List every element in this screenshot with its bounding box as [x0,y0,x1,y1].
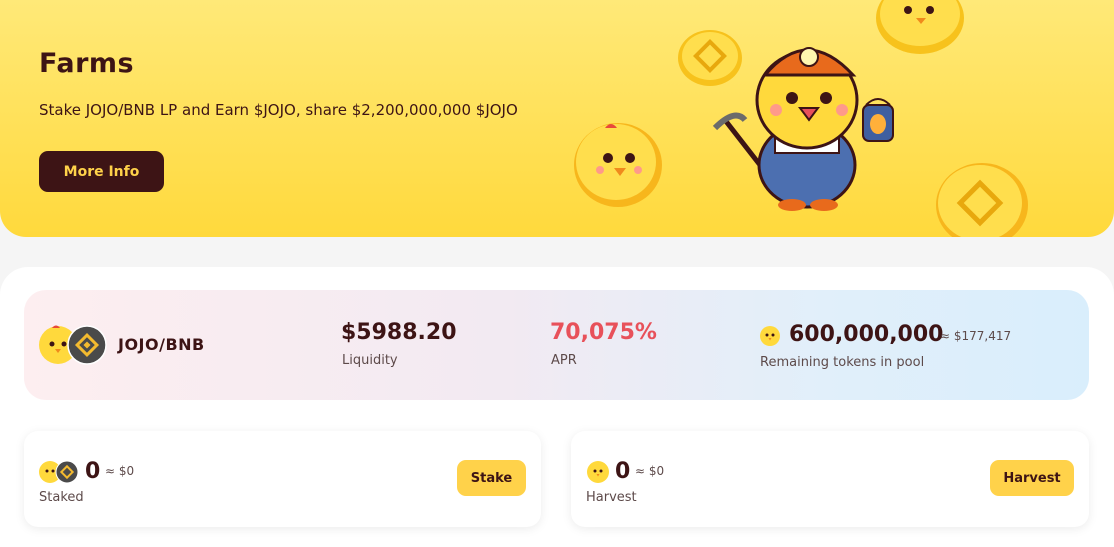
page-title: Farms [39,48,135,79]
jojo-token-icon [760,326,780,346]
staked-usd: ≈ $0 [105,464,135,478]
staked-value: 0 [85,459,101,484]
remaining-tokens-value: 600,000,000 [789,322,944,347]
remaining-tokens-usd: ≈ $177,417 [940,329,1012,343]
pair-token-icons [39,460,79,484]
harvest-usd: ≈ $0 [635,464,665,478]
farms-hero-banner: Farms Stake JOJO/BNB LP and Earn $JOJO, … [0,0,1114,237]
harvest-button[interactable]: Harvest [990,460,1074,496]
chick-coin-icon [574,123,662,207]
apr-value: 70,075% [550,320,657,345]
harvest-label: Harvest [586,490,637,505]
stake-button[interactable]: Stake [457,460,526,496]
pair-token-icons [39,325,107,365]
staked-label: Staked [39,490,84,505]
pickaxe-icon [712,112,763,168]
apr-label: APR [551,353,577,368]
liquidity-label: Liquidity [342,353,398,368]
chick-miner-illustration [574,0,1028,237]
more-info-button[interactable]: More Info [39,151,164,192]
liquidity-value: $5988.20 [341,320,457,345]
bnb-coin-icon [678,30,742,86]
bnb-token-icon [67,325,107,365]
harvest-value: 0 [615,459,631,484]
chick-coin-icon [876,0,964,54]
pair-name: JOJO/BNB [118,335,205,354]
bnb-coin-icon [936,163,1028,237]
jojo-token-icon [587,461,609,483]
bnb-token-icon [55,460,79,484]
lantern-icon [862,98,894,142]
page-subtitle: Stake JOJO/BNB LP and Earn $JOJO, share … [39,101,518,119]
remaining-tokens-label: Remaining tokens in pool [760,355,925,370]
